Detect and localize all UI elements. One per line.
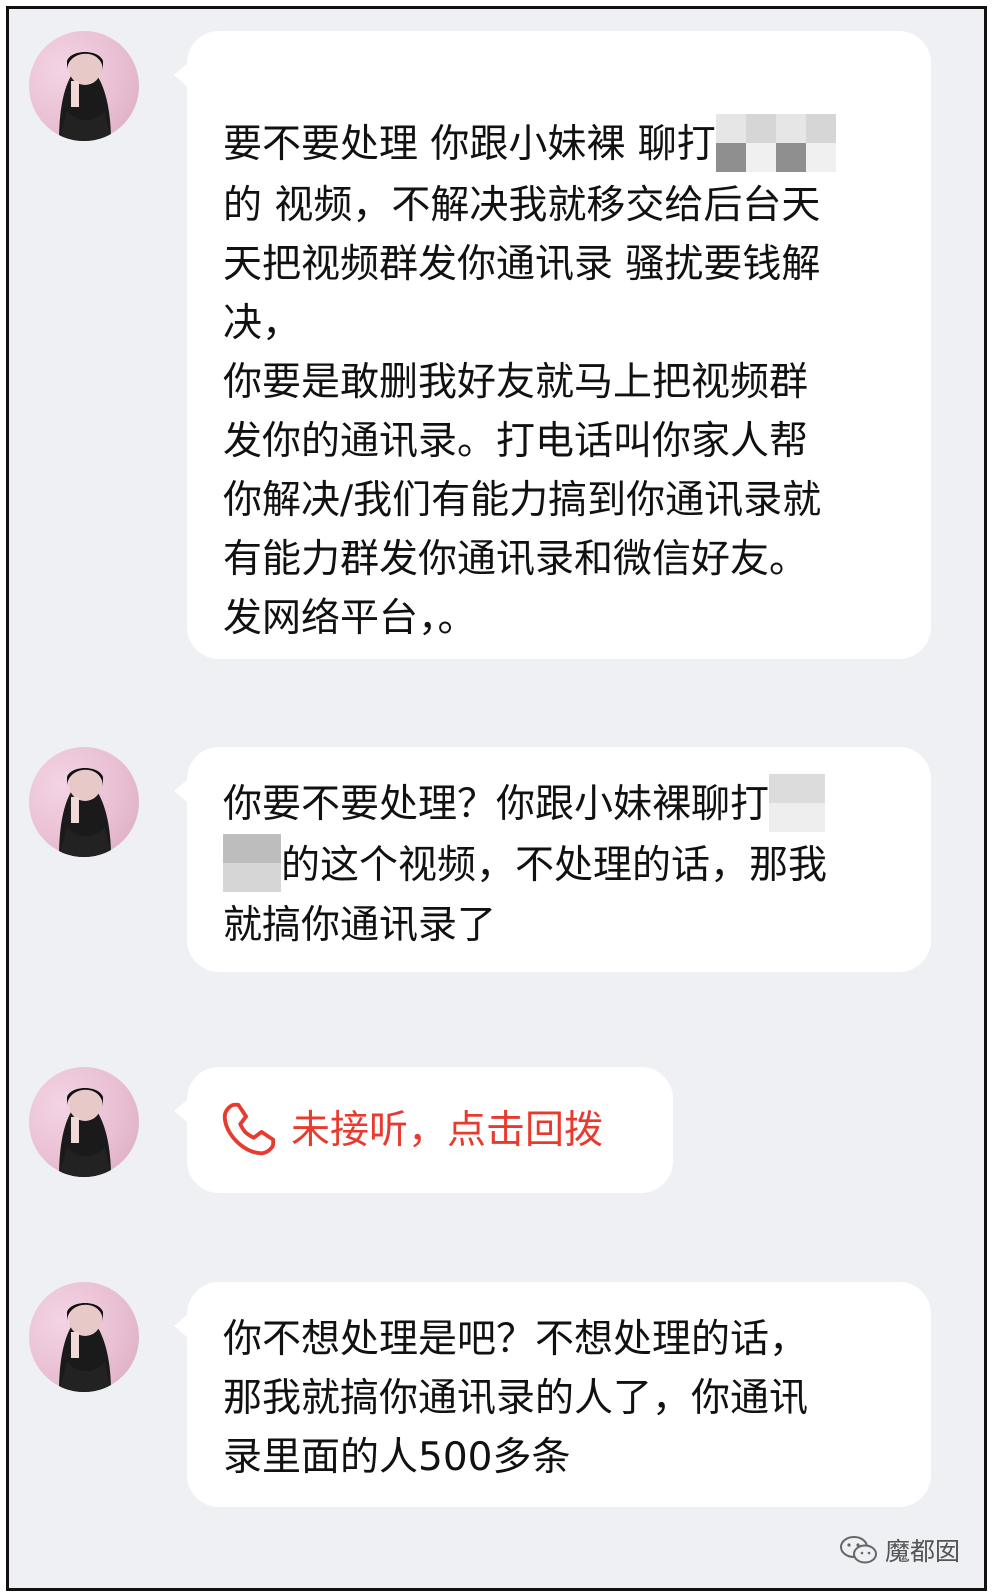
watermark: 魔都囡 — [839, 1532, 960, 1568]
wechat-icon — [839, 1536, 877, 1564]
censor-mosaic — [769, 773, 826, 832]
watermark-text: 魔都囡 — [884, 1537, 960, 1566]
message-line: 你不想处理是吧？不想处理的话， — [223, 1317, 809, 1362]
message-line: 的 视频，不解决我就移交给后台天 — [223, 182, 821, 228]
avatar-image — [59, 768, 111, 857]
missed-call-bubble[interactable]: 未接听，点击回拨 — [174, 1067, 673, 1193]
censor-mosaic — [223, 834, 281, 892]
message-line: 发你的通讯录。打电话叫你家人帮 — [223, 418, 809, 464]
contact-avatar[interactable] — [29, 747, 139, 857]
message-line: 天把视频群发你通讯录 骚扰要钱解 — [223, 241, 821, 287]
message-bubble[interactable]: 要不要处理 你跟小妹裸 聊打 的 视频，不解决我就移交给后台天 天把视频群发你通… — [174, 31, 931, 659]
phone-icon — [222, 1102, 276, 1156]
message-line: 录里面的人500多条 — [223, 1435, 571, 1480]
message-line: 的这个视频，不处理的话，那我 — [223, 834, 827, 897]
message-line: 你要是敢删我好友就马上把视频群 — [223, 359, 809, 405]
message-line: 你要不要处理？你跟小妹裸聊打 — [223, 773, 827, 836]
avatar-image — [59, 1088, 111, 1177]
message-line: 决， — [223, 300, 302, 346]
contact-avatar[interactable] — [29, 1067, 139, 1177]
message-line: 那我就搞你通讯录的人了，你通讯 — [223, 1376, 809, 1421]
contact-avatar[interactable] — [29, 1282, 139, 1392]
contact-avatar[interactable] — [29, 31, 139, 141]
missed-call-row[interactable]: 未接听，点击回拨 — [217, 1099, 603, 1161]
censor-mosaic — [715, 113, 836, 172]
chat-frame: 要不要处理 你跟小妹裸 聊打 的 视频，不解决我就移交给后台天 天把视频群发你通… — [6, 6, 987, 1591]
message-bubble[interactable]: 你要不要处理？你跟小妹裸聊打 的这个视频，不处理的话，那我 就搞你通讯录了 — [174, 747, 931, 972]
message-line: 要不要处理 你跟小妹裸 聊打 — [223, 113, 836, 176]
message-bubble[interactable]: 你不想处理是吧？不想处理的话， 那我就搞你通讯录的人了，你通讯 录里面的人500… — [174, 1282, 931, 1507]
message-line: 发网络平台，。 — [223, 595, 477, 641]
avatar-image — [59, 52, 111, 141]
message-line: 你解决/我们有能力搞到你通讯录就 — [223, 477, 822, 523]
avatar-image — [59, 1303, 111, 1392]
message-line: 就搞你通讯录了 — [223, 903, 497, 948]
missed-call-text: 未接听，点击回拨 — [291, 1107, 604, 1153]
message-line: 有能力群发你通讯录和微信好友。 — [223, 536, 809, 582]
